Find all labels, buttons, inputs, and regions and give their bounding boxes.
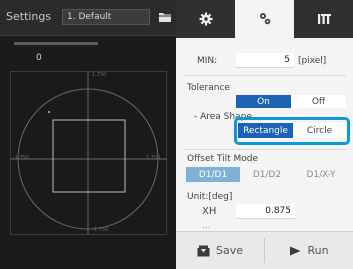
offset-d1d1-button[interactable]: D1/D1: [186, 167, 240, 182]
tilt-viewer[interactable]: 1.750 -1.750 1.750 -1.750: [10, 71, 167, 235]
offset-tilt-label: Offset Tilt Mode: [187, 154, 259, 164]
io-icon: [317, 14, 331, 24]
left-toolbar: Settings 1. Default: [0, 0, 176, 36]
save-icon: [197, 245, 210, 256]
level-bar: [14, 42, 98, 45]
tab-io[interactable]: [294, 0, 353, 38]
tolerance-rectangle: [52, 119, 126, 193]
save-label: Save: [215, 244, 243, 257]
save-button[interactable]: Save: [176, 232, 264, 269]
sliders-icon: [259, 13, 270, 25]
xh-label: XH: [202, 206, 217, 217]
tolerance-toggle: On Off: [236, 95, 346, 108]
xh-input[interactable]: 0.875: [236, 204, 295, 219]
tick-bottom: -1.750: [92, 227, 109, 233]
tolerance-on-button[interactable]: On: [236, 95, 291, 108]
gear-icon: [199, 12, 212, 26]
unit-label: Unit:[deg]: [187, 192, 233, 202]
tab-settings[interactable]: [176, 0, 235, 38]
run-button[interactable]: Run: [265, 232, 353, 269]
tick-right: 1.750: [146, 155, 161, 161]
run-icon: [290, 246, 301, 255]
folder-icon[interactable]: [158, 11, 172, 23]
settings-title: Settings: [6, 10, 52, 23]
divider: [184, 75, 346, 76]
next-row-label: ...: [202, 221, 211, 231]
point-marker: [48, 111, 50, 113]
offset-d1d2-button[interactable]: D1/D2: [240, 167, 294, 182]
tab-tilt[interactable]: [235, 0, 294, 38]
tilt-plot: [10, 71, 167, 235]
settings-panel: MIN: 5 [pixel] Tolerance On Off - Area S…: [176, 38, 353, 231]
tab-bar: [176, 0, 353, 38]
tick-left: -1.750: [13, 155, 30, 161]
area-shape-highlight: [234, 117, 350, 145]
offset-tilt-toggle: D1/D1 D1/D2 D1/X-Y: [186, 167, 348, 182]
bottom-bar: Save Run: [176, 231, 353, 269]
min-unit: [pixel]: [298, 56, 327, 66]
tolerance-off-button[interactable]: Off: [291, 95, 346, 108]
readout-value: 0: [36, 53, 42, 63]
run-label: Run: [307, 244, 329, 257]
tolerance-label: Tolerance: [187, 83, 230, 93]
divider: [184, 149, 346, 150]
min-label: MIN:: [197, 56, 218, 66]
min-input[interactable]: 5: [236, 53, 294, 68]
offset-d1xy-button[interactable]: D1/X-Y: [294, 167, 348, 182]
tick-top: 1.750: [92, 72, 107, 78]
preset-select[interactable]: 1. Default: [62, 9, 150, 25]
